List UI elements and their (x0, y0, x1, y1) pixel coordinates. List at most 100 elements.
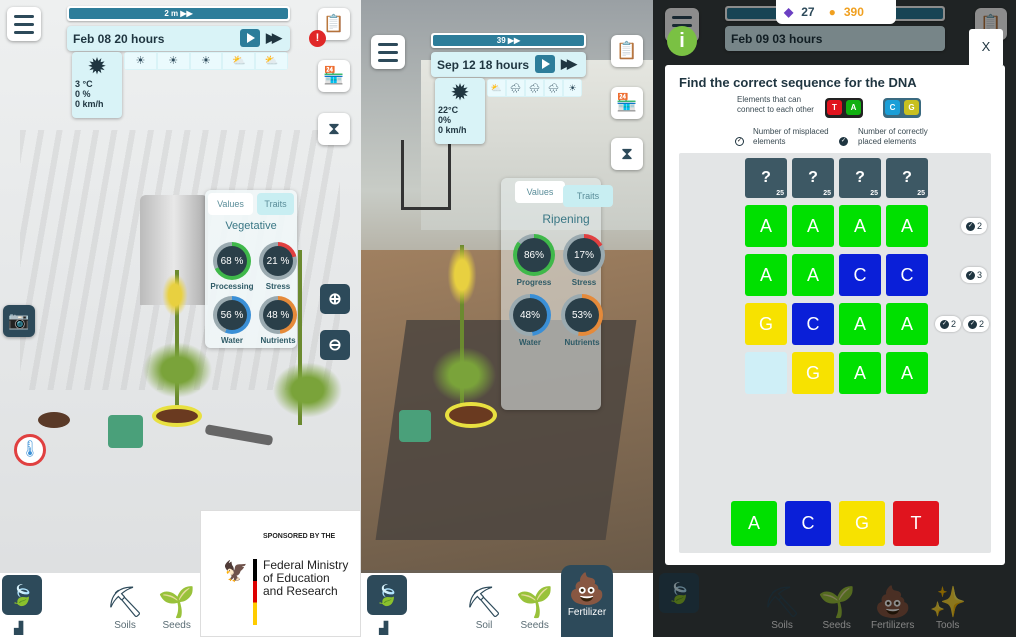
zoom-in-icon: ⊕ (328, 291, 342, 308)
soil-patch (38, 412, 70, 428)
camera-button[interactable]: 📷 (3, 305, 35, 337)
dna-tile[interactable]: A (886, 303, 928, 345)
nav-seeds[interactable]: 🌱 Seeds (516, 586, 553, 631)
tab-values[interactable]: Values (515, 181, 565, 203)
menu-button[interactable] (371, 35, 405, 69)
dna-tile[interactable]: A (792, 254, 834, 296)
thermometer-icon[interactable]: 🌡 (14, 434, 46, 466)
play-button[interactable] (535, 55, 555, 73)
dna-button[interactable]: ⧗ (611, 138, 643, 170)
choice-tile-c[interactable]: C (785, 501, 831, 546)
plant-leaves-2 (270, 360, 345, 420)
dna-tile[interactable]: C (792, 303, 834, 345)
weather-panel: ✹ 22°C 0% 0 km/h (435, 78, 485, 144)
dna-tile[interactable]: C (886, 254, 928, 296)
planting-spot[interactable] (152, 405, 202, 427)
shop-icon: 🏪 (323, 66, 345, 85)
tab-traits[interactable]: Traits (257, 193, 294, 215)
choice-tile-a[interactable]: A (731, 501, 777, 546)
forecast-icon: ☀ (125, 53, 156, 69)
nav-seeds[interactable]: 🌱 Seeds (158, 586, 195, 631)
gem-count: 27 (801, 5, 815, 19)
time-progress-label: 2 m ▶▶ (69, 8, 288, 19)
shop-button[interactable]: 🏪 (611, 87, 643, 119)
nav-seeds-label: Seeds (520, 620, 549, 631)
dna-tile[interactable]: A (839, 205, 881, 247)
gauge-progress: 86% (513, 234, 555, 276)
dna-tile[interactable]: G (745, 303, 787, 345)
leaf-button[interactable]: 🍃 (367, 575, 407, 615)
forecast-icon: 🌧 (507, 80, 524, 96)
dna-tile[interactable]: A (792, 205, 834, 247)
legend-misplaced: Number of misplaced elements (753, 127, 829, 146)
trowel-icon[interactable] (204, 424, 274, 446)
watering-can-icon[interactable] (399, 410, 431, 442)
empty-slot[interactable] (745, 352, 787, 394)
dna-tile[interactable]: C (839, 254, 881, 296)
fast-forward-button[interactable]: ▶▶ (561, 56, 577, 72)
legend-connect: Elements that can connect to each other (737, 95, 814, 114)
choice-tile-g[interactable]: G (839, 501, 885, 546)
hidden-tile[interactable]: ? 25 (839, 158, 881, 198)
sponsor-by: SPONSORED BY THE (263, 533, 336, 540)
dna-tile[interactable]: A (839, 352, 881, 394)
score-badge: ✓ 3 (961, 267, 988, 283)
fast-forward-button[interactable]: ▶▶ (266, 30, 282, 46)
forecast-icon: ☀ (157, 53, 189, 69)
zoom-out-button[interactable]: ⊖ (320, 330, 350, 360)
tab-traits[interactable]: Traits (563, 185, 613, 207)
rain-chance: 0 % (75, 89, 91, 99)
zoom-in-button[interactable]: ⊕ (320, 284, 350, 314)
temperature: 22°C (438, 105, 459, 115)
wind-speed: 0 km/h (438, 125, 467, 135)
dna-tile[interactable]: A (886, 352, 928, 394)
ministry-line-3: and Research (263, 584, 338, 598)
score-badge: ✓ 2 (963, 316, 990, 332)
planting-spot[interactable] (445, 402, 497, 428)
dna-tile[interactable]: A (745, 205, 787, 247)
hidden-tile[interactable]: ? 25 (792, 158, 834, 198)
nav-soils[interactable]: ⛏ Soils (106, 586, 144, 631)
info-icon[interactable]: i (667, 26, 697, 56)
hidden-tile[interactable]: ? 25 (886, 158, 928, 198)
dna-tile[interactable]: G (792, 352, 834, 394)
tab-values[interactable]: Values (208, 193, 253, 215)
factory-icon: ▟ (14, 621, 24, 635)
nav-fertilizer[interactable]: 💩 Fertilizer (561, 565, 613, 637)
dna-tile[interactable]: A (839, 303, 881, 345)
date-text: Sep 12 18 hours (437, 57, 530, 72)
dialog-title: Find the correct sequence for the DNA (679, 75, 917, 90)
coin-icon: ● (828, 5, 836, 19)
pair-a: A (846, 100, 861, 115)
dna-button[interactable]: ⧗ (318, 113, 350, 145)
gauge-label: Stress (571, 278, 597, 287)
pair-g: G (904, 100, 919, 115)
dna-tile[interactable]: A (745, 254, 787, 296)
menu-button[interactable] (7, 7, 41, 41)
ministry-name: Federal Ministry of Education and Resear… (263, 559, 348, 598)
leaf-button[interactable]: 🍃 (2, 575, 42, 615)
dna-tile[interactable]: A (886, 205, 928, 247)
gauge-nutrients: 48 % (259, 296, 297, 334)
forecast-strip: ⛅ 🌧 🌧 🌧 ☀ (487, 79, 582, 97)
nav-soil[interactable]: ⛏ Soil (465, 586, 503, 631)
factory-icon: ▟ (379, 621, 389, 635)
close-button[interactable]: X (969, 29, 1003, 65)
play-button[interactable] (240, 29, 260, 47)
watering-can-icon[interactable] (108, 415, 143, 448)
nav-soils-label: Soils (114, 620, 136, 631)
shop-button[interactable]: 🏪 (318, 60, 350, 92)
fertilizer-icon: 💩 (568, 573, 606, 606)
dna-icon: ⧗ (328, 119, 340, 138)
panel-ar-ripening: 39 ▶▶ Sep 12 18 hours ▶▶ ✹ 22°C 0% 0 km/… (361, 0, 653, 637)
choice-tile-t[interactable]: T (893, 501, 939, 546)
hidden-tile[interactable]: ? 25 (745, 158, 787, 198)
growth-stage: Vegetative (225, 220, 277, 232)
zoom-out-icon: ⊖ (328, 337, 342, 354)
forecast-icon: ⛅ (488, 80, 505, 96)
coin-count: 390 (843, 5, 864, 19)
plant-flowers (160, 270, 190, 320)
time-progress-label: 39 ▶▶ (433, 35, 584, 46)
clipboard-button[interactable]: 📋 (611, 35, 643, 67)
sprout-icon: 🌱 (516, 586, 554, 619)
